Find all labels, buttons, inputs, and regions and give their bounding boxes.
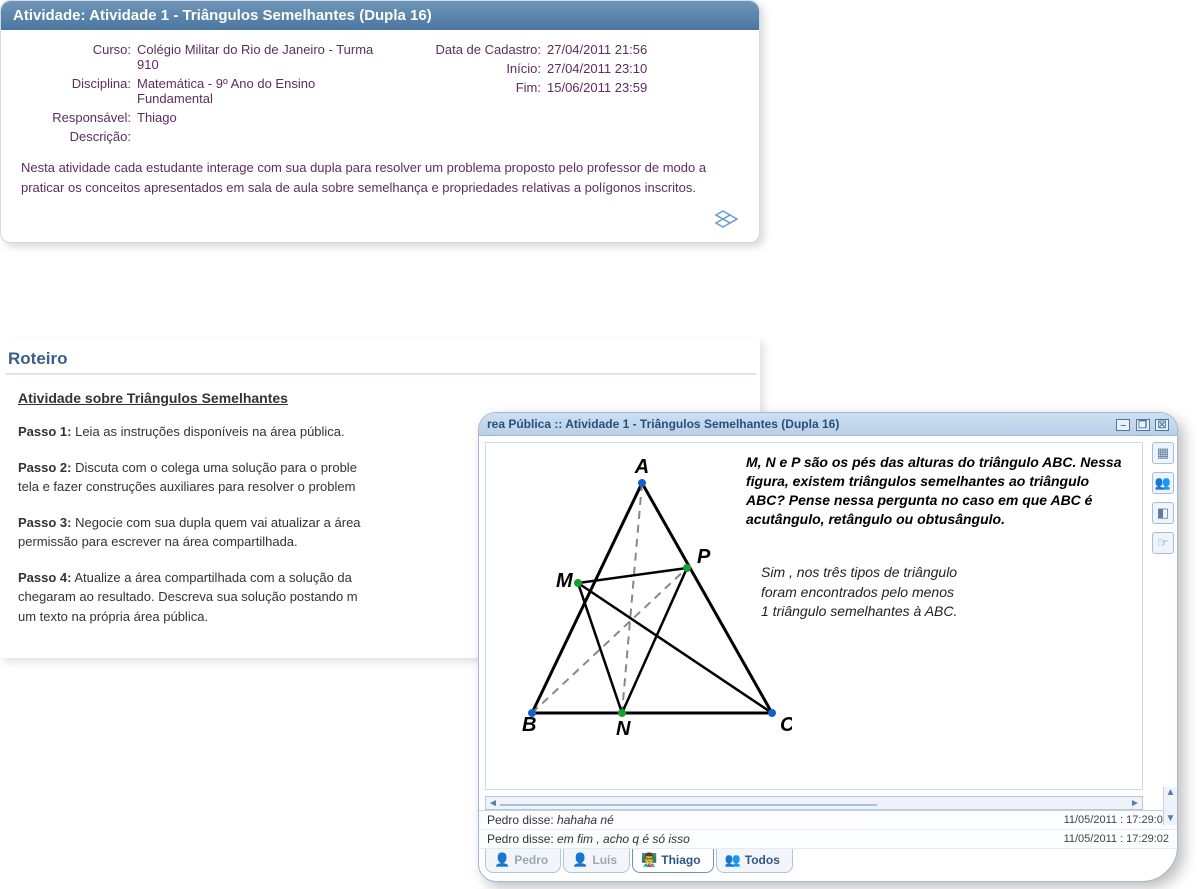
user-icon: 👤 — [494, 852, 510, 868]
value-curso: Colégio Militar do Rio de Janeiro - Turm… — [137, 42, 377, 72]
value-responsavel: Thiago — [137, 110, 177, 125]
problem-text: M, N e P são os pés das alturas do triân… — [746, 453, 1126, 529]
label-curso: Curso: — [21, 42, 131, 72]
value-inicio: 27/04/2011 23:10 — [547, 61, 647, 76]
roteiro-subtitle: Atividade sobre Triângulos Semelhantes — [18, 390, 738, 406]
scroll-up-icon[interactable]: ▲ — [1164, 787, 1177, 799]
tab-luis[interactable]: 👤Luís — [563, 849, 630, 873]
svg-text:B: B — [522, 714, 536, 736]
activity-description: Nesta atividade cada estudante interage … — [21, 158, 739, 197]
tool-eraser-icon[interactable]: ◧ — [1152, 502, 1174, 524]
minimize-icon[interactable]: – — [1116, 419, 1130, 431]
label-descricao: Descrição: — [21, 129, 131, 144]
value-cadastro: 27/04/2011 21:56 — [547, 42, 647, 57]
tool-column: ▦ 👥 ◧ ☞ — [1149, 436, 1177, 796]
vertical-scrollbar[interactable]: ▲ ▼ — [1163, 787, 1177, 825]
scroll-left-icon[interactable]: ◄ — [486, 798, 500, 809]
user-tabs: 👤Pedro 👤Luís 👨‍🏫Thiago 👥Todos — [485, 849, 793, 873]
chat-message-row: Pedro disse: hahaha né 11/05/2011 : 17:2… — [479, 811, 1177, 830]
value-disciplina: Matemática - 9º Ano do Ensino Fundamenta… — [137, 76, 377, 106]
tab-todos[interactable]: 👥Todos — [716, 849, 793, 873]
activity-header: Atividade: Atividade 1 - Triângulos Seme… — [1, 1, 759, 30]
drawing-canvas[interactable]: A B C M N P M, N e P são os pés das altu… — [485, 442, 1143, 790]
svg-text:M: M — [556, 570, 574, 592]
user-icon: 👤 — [572, 852, 588, 868]
svg-text:N: N — [616, 718, 631, 740]
svg-text:A: A — [634, 456, 649, 478]
scroll-right-icon[interactable]: ► — [1128, 798, 1142, 809]
label-inicio: Início: — [391, 61, 541, 76]
activity-card: Atividade: Atividade 1 - Triângulos Seme… — [0, 0, 760, 243]
scroll-thumb[interactable] — [500, 804, 877, 806]
msg-timestamp: 11/05/2011 : 17:29:02 — [1064, 833, 1169, 845]
svg-text:C: C — [780, 714, 792, 736]
value-fim: 15/06/2011 23:59 — [547, 80, 647, 95]
msg-timestamp: 11/05/2011 : 17:29:00 — [1064, 814, 1169, 826]
group-icon: 👥 — [725, 852, 741, 868]
scroll-down-icon[interactable]: ▼ — [1164, 813, 1177, 825]
answer-text: Sim , nos três tipos de triângulo foram … — [761, 563, 1041, 622]
section-title-roteiro: Roteiro — [6, 345, 756, 375]
svg-text:P: P — [697, 546, 711, 568]
restore-icon[interactable]: ❐ — [1136, 419, 1150, 431]
chat-messages: Pedro disse: hahaha né 11/05/2011 : 17:2… — [479, 810, 1177, 849]
label-fim: Fim: — [391, 80, 541, 95]
chat-message-row: Pedro disse: em fim , acho q é só isso 1… — [479, 830, 1177, 849]
window-title-text: rea Pública :: Atividade 1 - Triângulos … — [487, 417, 839, 431]
label-responsavel: Responsável: — [21, 110, 131, 125]
tab-pedro[interactable]: 👤Pedro — [485, 849, 561, 873]
teacher-icon: 👨‍🏫 — [641, 852, 657, 868]
close-icon[interactable]: ☒ — [1155, 419, 1169, 431]
tool-users-icon[interactable]: 👥 — [1152, 472, 1174, 494]
tool-layout-icon[interactable]: ▦ — [1152, 442, 1174, 464]
label-cadastro: Data de Cadastro: — [391, 42, 541, 57]
activity-body: Curso: Colégio Militar do Rio de Janeiro… — [1, 30, 759, 205]
label-disciplina: Disciplina: — [21, 76, 131, 106]
public-area-window: rea Pública :: Atividade 1 - Triângulos … — [478, 412, 1178, 882]
dropbox-icon[interactable] — [713, 209, 741, 231]
window-titlebar[interactable]: rea Pública :: Atividade 1 - Triângulos … — [479, 413, 1177, 436]
horizontal-scrollbar[interactable]: ◄ ► — [485, 796, 1143, 810]
tab-thiago[interactable]: 👨‍🏫Thiago — [632, 849, 714, 873]
tool-pointer-icon[interactable]: ☞ — [1152, 532, 1174, 554]
